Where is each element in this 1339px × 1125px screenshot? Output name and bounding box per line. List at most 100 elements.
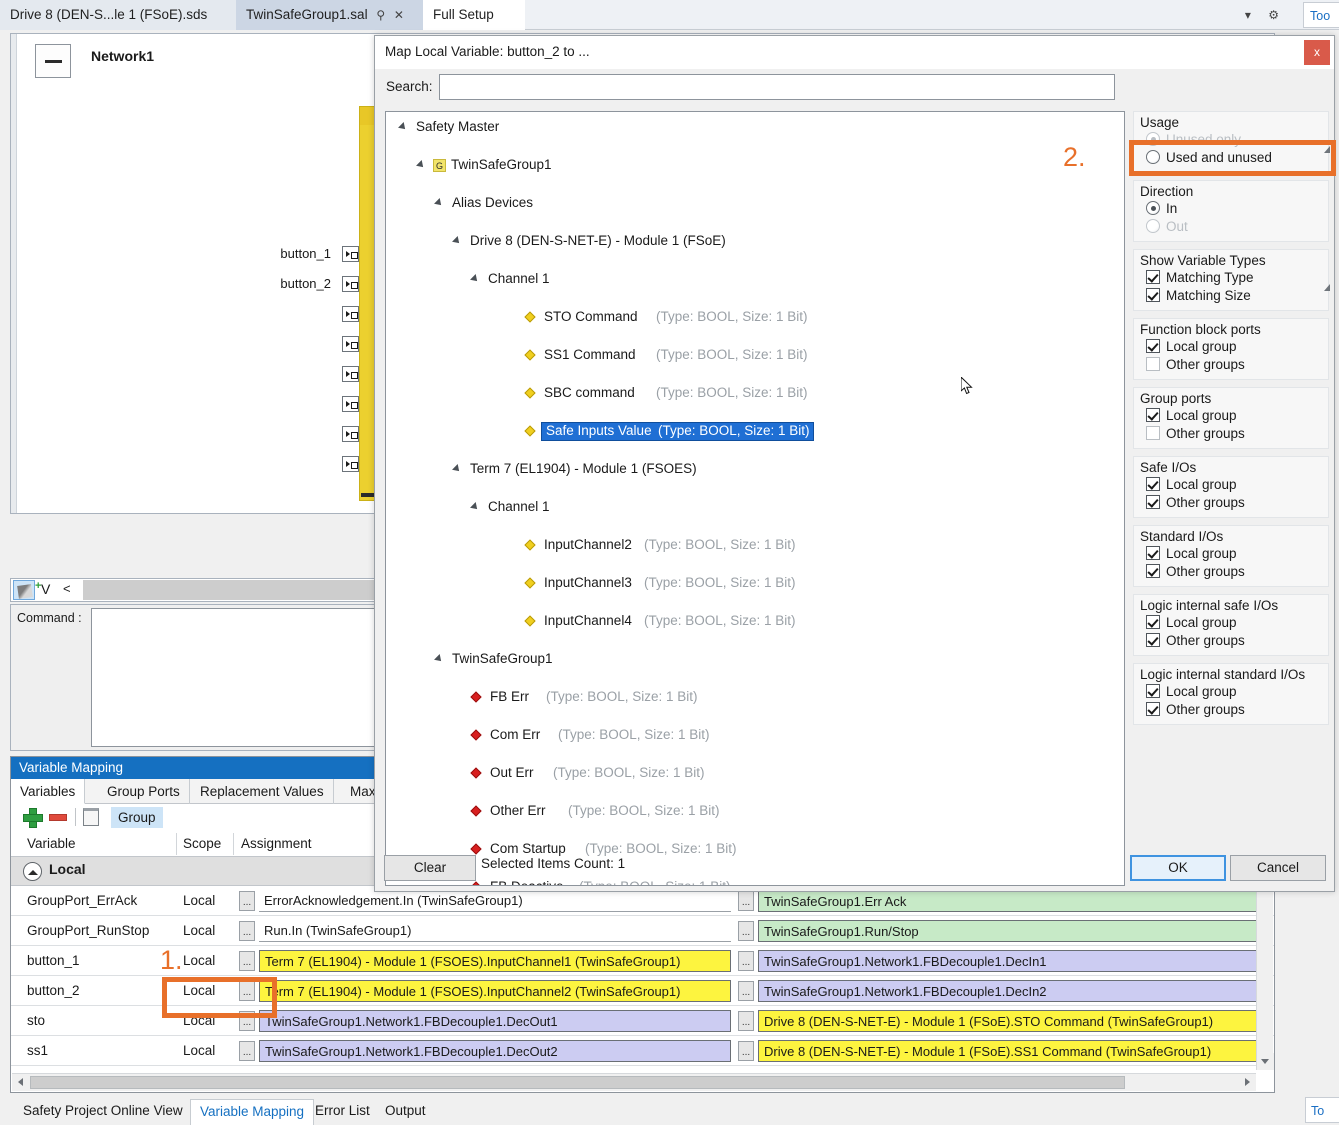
tree-node-inputchannel3[interactable]: InputChannel3 (Type: BOOL, Size: 1 Bit) [386, 574, 1124, 593]
tree-node-safe-inputs-value[interactable]: Safe Inputs Value (Type: BOOL, Size: 1 B… [386, 422, 1124, 441]
bottom-tab-safety-project-online-view[interactable]: Safety Project Online View [14, 1099, 192, 1125]
radio-icon[interactable] [1146, 150, 1160, 164]
checkbox-stdios-other-groups[interactable]: Other groups [1140, 563, 1322, 581]
checkbox-groupports-local-group[interactable]: Local group [1140, 407, 1322, 425]
radio-icon[interactable] [1146, 219, 1160, 233]
toolbox-side-tab[interactable]: Too [1303, 2, 1339, 28]
bottom-toolbox-tab[interactable]: To [1305, 1097, 1339, 1123]
checkbox-logicsafe-other-groups[interactable]: Other groups [1140, 632, 1322, 650]
tree-node-channel-1[interactable]: Channel 1 [386, 270, 1124, 289]
expander-icon[interactable] [470, 274, 480, 284]
expander-icon[interactable] [398, 122, 408, 132]
trash-icon[interactable] [83, 808, 99, 826]
checkbox-stdios-local-group[interactable]: Local group [1140, 545, 1322, 563]
cell-mapping[interactable]: Drive 8 (DEN-S-NET-E) - Module 1 (FSoE).… [758, 1040, 1264, 1062]
checkbox-icon[interactable] [1146, 288, 1160, 302]
table-row[interactable]: button_2 Local ... Term 7 (EL1904) - Mod… [11, 976, 1274, 1006]
variable-tree[interactable]: Safety Master G TwinSafeGroup1 Alias Dev… [385, 111, 1125, 886]
editor-pin-row[interactable]: button_2 [11, 276, 359, 294]
tree-node-other-err[interactable]: Other Err (Type: BOOL, Size: 1 Bit) [386, 802, 1124, 821]
clear-button[interactable]: Clear [384, 855, 476, 881]
radio-unused-only[interactable]: Unused only [1140, 131, 1322, 149]
tree-node-com-err[interactable]: Com Err (Type: BOOL, Size: 1 Bit) [386, 726, 1124, 745]
tree-node-sbc-command[interactable]: SBC command (Type: BOOL, Size: 1 Bit) [386, 384, 1124, 403]
table-row[interactable]: ss1 Local ... TwinSafeGroup1.Network1.FB… [11, 1036, 1274, 1066]
checkbox-safeios-other-groups[interactable]: Other groups [1140, 494, 1322, 512]
checkbox-fbports-other-groups[interactable]: Other groups [1140, 356, 1322, 374]
pin-connector-icon[interactable] [342, 396, 359, 412]
checkbox-groupports-other-groups[interactable]: Other groups [1140, 425, 1322, 443]
column-header-variable[interactable]: Variable [27, 831, 76, 857]
radio-used-and-unused[interactable]: Used and unused [1140, 149, 1322, 167]
browse-button[interactable]: ... [738, 921, 754, 941]
browse-button[interactable]: ... [738, 891, 754, 911]
checkbox-icon[interactable] [1146, 477, 1160, 491]
tab-group-ports[interactable]: Group Ports [98, 779, 190, 804]
browse-button[interactable]: ... [239, 1011, 255, 1031]
column-divider[interactable] [176, 833, 177, 855]
pin-connector-icon[interactable] [342, 426, 359, 442]
tab-drive8-sds[interactable]: Drive 8 (DEN-S...le 1 (FSoE).sds [0, 0, 236, 30]
cancel-button[interactable]: Cancel [1230, 855, 1326, 881]
checkbox-icon[interactable] [1146, 633, 1160, 647]
table-row[interactable]: button_1 Local ... Term 7 (EL1904) - Mod… [11, 946, 1274, 976]
horizontal-scrollbar[interactable] [12, 1073, 1256, 1091]
tab-replacement-values[interactable]: Replacement Values [191, 779, 334, 804]
scrollbar-thumb[interactable] [30, 1076, 1125, 1089]
pin-connector-icon[interactable] [342, 456, 359, 472]
pin-connector-icon[interactable] [342, 306, 359, 322]
browse-button[interactable]: ... [239, 951, 255, 971]
tree-node-inputchannel4[interactable]: InputChannel4 (Type: BOOL, Size: 1 Bit) [386, 612, 1124, 631]
checkbox-logicsafe-local-group[interactable]: Local group [1140, 614, 1322, 632]
radio-icon[interactable] [1146, 132, 1160, 146]
table-row[interactable]: sto Local ... TwinSafeGroup1.Network1.FB… [11, 1006, 1274, 1036]
editor-pin-row[interactable]: button_1 [11, 246, 359, 264]
checkbox-logicstd-other-groups[interactable]: Other groups [1140, 701, 1322, 719]
tree-node-channel-1[interactable]: Channel 1 [386, 498, 1124, 517]
checkbox-icon[interactable] [1146, 546, 1160, 560]
resize-grip-icon[interactable] [1324, 146, 1330, 153]
tree-node-out-err[interactable]: Out Err (Type: BOOL, Size: 1 Bit) [386, 764, 1124, 783]
cell-mapping[interactable]: TwinSafeGroup1.Network1.FBDecouple1.DecI… [758, 950, 1264, 972]
tree-node-drive8[interactable]: Drive 8 (DEN-S-NET-E) - Module 1 (FSoE) [386, 232, 1124, 251]
scroll-right-icon[interactable] [1239, 1074, 1256, 1091]
chevron-down-icon[interactable]: ▾ [1245, 8, 1251, 22]
tab-twinsafegroup1-sal[interactable]: TwinSafeGroup1.sal ⚲ ✕ [236, 0, 423, 30]
tree-node-twinsafegroup1[interactable]: G TwinSafeGroup1 [386, 156, 1124, 175]
column-header-assignment[interactable]: Assignment [241, 831, 312, 857]
checkbox-matching-type[interactable]: Matching Type [1140, 269, 1322, 287]
editor-pin-row[interactable] [11, 306, 359, 324]
checkbox-icon[interactable] [1146, 426, 1160, 440]
checkbox-logicstd-local-group[interactable]: Local group [1140, 683, 1322, 701]
radio-direction-in[interactable]: In [1140, 200, 1322, 218]
tree-node-sto-command[interactable]: STO Command (Type: BOOL, Size: 1 Bit) [386, 308, 1124, 327]
tree-node-safety-master[interactable]: Safety Master [386, 118, 1124, 137]
cell-assignment[interactable]: TwinSafeGroup1.Network1.FBDecouple1.DecO… [259, 1010, 731, 1032]
browse-button[interactable]: ... [738, 1011, 754, 1031]
bottom-tab-output[interactable]: Output [376, 1099, 435, 1125]
cell-assignment[interactable]: ErrorAcknowledgement.In (TwinSafeGroup1) [259, 890, 731, 912]
cell-assignment[interactable]: TwinSafeGroup1.Network1.FBDecouple1.DecO… [259, 1040, 731, 1062]
column-header-scope[interactable]: Scope [183, 831, 221, 857]
pin-connector-icon[interactable] [342, 246, 359, 262]
editor-pin-row[interactable] [11, 366, 359, 384]
cell-assignment[interactable]: Term 7 (EL1904) - Module 1 (FSOES).Input… [259, 950, 731, 972]
editor-pin-row[interactable] [11, 396, 359, 414]
checkbox-safeios-local-group[interactable]: Local group [1140, 476, 1322, 494]
cell-assignment[interactable]: Run.In (TwinSafeGroup1) [259, 920, 731, 942]
search-input[interactable] [439, 74, 1115, 100]
tree-node-twinsafegroup1-logic[interactable]: TwinSafeGroup1 [386, 650, 1124, 669]
back-arrow-label[interactable]: < [63, 581, 71, 596]
plus-icon[interactable] [23, 808, 41, 826]
table-row[interactable]: GroupPort_RunStop Local ... Run.In (Twin… [11, 916, 1274, 946]
expander-icon[interactable] [416, 160, 426, 170]
browse-button[interactable]: ... [738, 981, 754, 1001]
browse-button[interactable]: ... [738, 1041, 754, 1061]
expander-icon[interactable] [434, 654, 444, 664]
radio-icon[interactable] [1146, 201, 1160, 215]
minus-icon[interactable] [49, 814, 67, 821]
checkbox-icon[interactable] [1146, 270, 1160, 284]
radio-direction-out[interactable]: Out [1140, 218, 1322, 236]
tree-node-term7[interactable]: Term 7 (EL1904) - Module 1 (FSOES) [386, 460, 1124, 479]
group-button[interactable]: Group [111, 807, 163, 828]
